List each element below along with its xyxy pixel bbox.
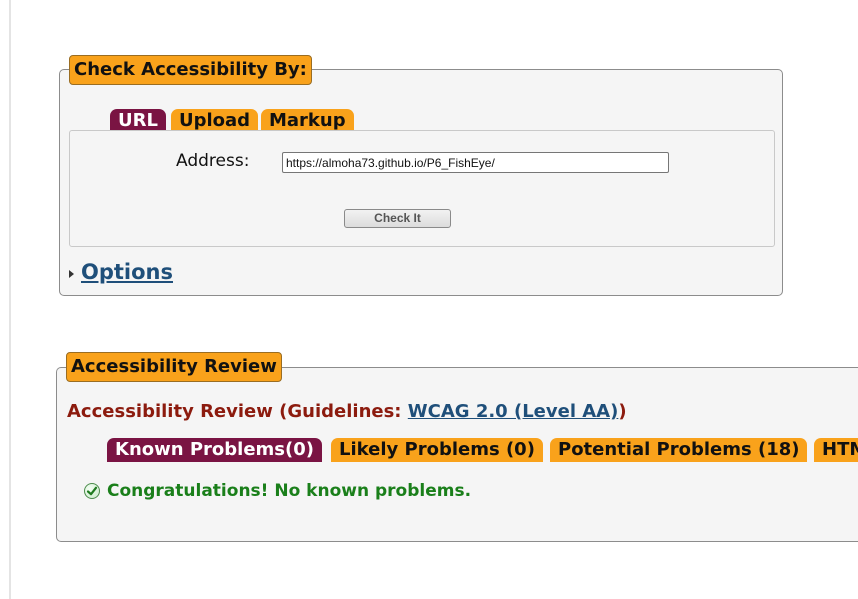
success-message: Congratulations! No known problems.: [84, 481, 471, 501]
accessibility-review-legend: Accessibility Review: [66, 352, 282, 382]
address-input[interactable]: [282, 152, 669, 173]
expand-triangle-icon: [69, 269, 74, 278]
wcag-guideline-link[interactable]: WCAG 2.0 (Level AA): [408, 401, 619, 422]
success-message-text: Congratulations! No known problems.: [107, 481, 472, 501]
check-it-button[interactable]: Check It: [344, 209, 451, 228]
address-label: Address:: [176, 151, 250, 171]
tab-known-problems[interactable]: Known Problems(0): [107, 438, 322, 462]
options-toggle[interactable]: Options: [69, 260, 173, 284]
tab-html-validation[interactable]: HTML Validation: [814, 438, 858, 462]
review-heading-suffix: ): [618, 401, 627, 422]
page-left-border: [9, 0, 11, 599]
check-accessibility-legend: Check Accessibility By:: [69, 55, 312, 85]
review-guidelines-heading: Accessibility Review (Guidelines: WCAG 2…: [67, 401, 627, 422]
url-form-box: [69, 130, 775, 247]
review-heading-prefix: Accessibility Review (Guidelines:: [67, 401, 408, 422]
tab-likely-problems[interactable]: Likely Problems (0): [331, 438, 543, 462]
options-link[interactable]: Options: [81, 260, 173, 284]
tab-potential-problems[interactable]: Potential Problems (18): [550, 438, 808, 462]
checkmark-icon: [84, 483, 100, 499]
